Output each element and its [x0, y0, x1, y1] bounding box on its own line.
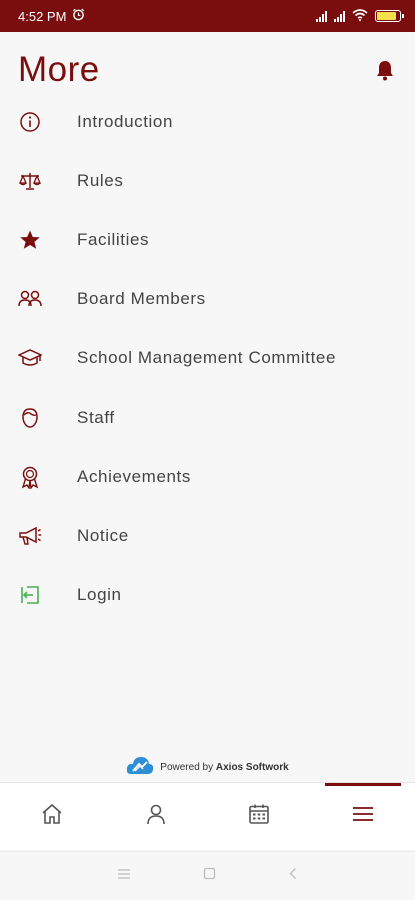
axios-logo-icon — [126, 754, 154, 781]
award-ribbon-icon — [18, 465, 42, 489]
menu-item-introduction[interactable]: Introduction — [0, 92, 415, 151]
menu-item-label: School Management Committee — [77, 348, 337, 368]
menu-item-board-members[interactable]: Board Members — [0, 270, 415, 329]
bell-icon[interactable] — [373, 58, 397, 82]
menu-item-label: Introduction — [77, 111, 174, 131]
menu-item-staff[interactable]: Staff — [0, 388, 415, 447]
battery-icon — [375, 10, 404, 22]
megaphone-icon — [18, 524, 42, 548]
bottom-nav — [0, 782, 415, 850]
menu-item-label: Rules — [77, 170, 124, 190]
graduation-cap-icon — [18, 346, 42, 370]
back-icon[interactable] — [288, 867, 298, 885]
nav-tab-calendar[interactable] — [208, 783, 312, 850]
status-time: 4:52 PM — [18, 8, 67, 24]
menu-item-label: Notice — [77, 525, 129, 545]
scales-icon — [18, 169, 42, 193]
nav-tab-home[interactable] — [0, 783, 104, 850]
powered-by-text: Powered by Axios Softwork — [160, 762, 289, 773]
alarm-icon — [72, 8, 85, 24]
nav-tab-more[interactable] — [311, 783, 415, 850]
status-bar: 4:52 PM — [0, 0, 415, 32]
system-navigation-bar — [0, 851, 415, 900]
staff-face-icon — [18, 406, 42, 430]
calendar-icon — [248, 803, 270, 830]
info-icon — [18, 110, 42, 134]
menu-item-label: Staff — [77, 407, 115, 427]
menu-item-notice[interactable]: Notice — [0, 506, 415, 565]
menu-item-rules[interactable]: Rules — [0, 151, 415, 210]
signal-icon — [316, 10, 327, 22]
signal-icon — [334, 10, 345, 22]
header: More — [18, 48, 397, 92]
home-icon — [40, 803, 64, 830]
menu-item-facilities[interactable]: Facilities — [0, 210, 415, 269]
wifi-icon — [352, 8, 368, 24]
page-title: More — [18, 50, 100, 89]
people-icon — [18, 287, 42, 311]
more-menu: Introduction Rules Facilities Board Memb… — [0, 92, 415, 625]
hamburger-menu-icon — [352, 805, 374, 828]
nav-tab-profile[interactable] — [104, 783, 208, 850]
recent-apps-icon[interactable] — [117, 867, 131, 885]
home-button-icon[interactable] — [203, 867, 216, 885]
menu-item-label: Facilities — [77, 229, 150, 249]
menu-item-label: Achievements — [77, 466, 191, 486]
login-icon — [18, 583, 42, 607]
menu-item-achievements[interactable]: Achievements — [0, 447, 415, 506]
profile-icon — [145, 803, 167, 830]
menu-item-school-management-committee[interactable]: School Management Committee — [0, 329, 415, 388]
menu-item-login[interactable]: Login — [0, 566, 415, 625]
menu-item-label: Board Members — [77, 289, 206, 309]
powered-by: Powered by Axios Softwork — [0, 754, 415, 781]
star-icon — [18, 228, 42, 252]
menu-item-label: Login — [77, 585, 122, 605]
